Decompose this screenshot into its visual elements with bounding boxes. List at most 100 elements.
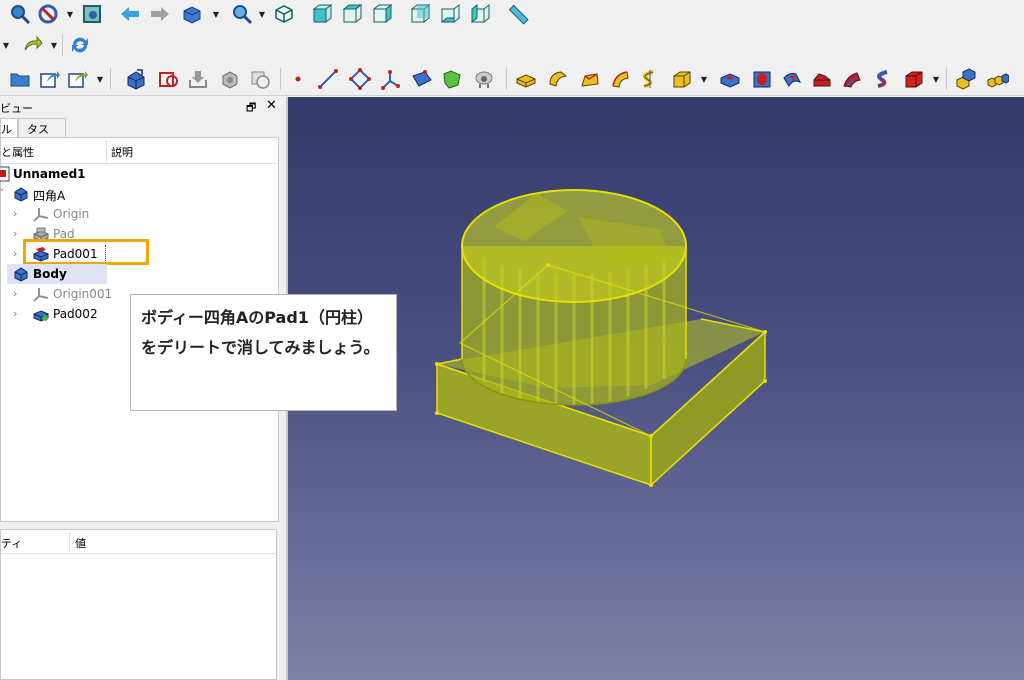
chevron-down-icon[interactable]: ˅ [0, 187, 5, 200]
part-design-toolbar: ▼ ▼ ▼ [0, 62, 1024, 96]
pad-icon [33, 310, 49, 322]
toolbar-separator [506, 68, 507, 90]
float-window-icon[interactable]: 🗗 [246, 99, 258, 114]
tree-item-label: Unnamed1 [13, 167, 86, 181]
refresh-icon[interactable] [68, 33, 92, 57]
chevron-right-icon[interactable]: › [13, 247, 17, 260]
subshape-binder-icon[interactable] [440, 67, 464, 91]
chevron-down-icon[interactable]: ▼ [66, 10, 74, 19]
share-export-2-icon[interactable] [66, 67, 90, 91]
additive-pipe-icon[interactable] [608, 67, 632, 91]
body-icon [14, 187, 28, 202]
chevron-down-icon[interactable]: ▼ [2, 41, 10, 50]
hole-icon[interactable] [750, 67, 774, 91]
zoom-fit-icon[interactable] [8, 2, 32, 26]
additive-loft-icon[interactable] [578, 67, 602, 91]
property-view: ティ 値 [0, 529, 277, 680]
view-toolbar: ▼ ▼ ▼ [0, 0, 1024, 28]
combo-tabs: ル タスク [0, 118, 66, 152]
subtractive-loft-icon[interactable] [810, 67, 834, 91]
bounding-box-icon[interactable] [80, 2, 104, 26]
view-top-icon[interactable] [340, 2, 364, 26]
sheep-icon[interactable] [472, 67, 496, 91]
chevron-down-icon[interactable]: ▼ [50, 41, 58, 50]
redo-icon[interactable] [20, 33, 44, 57]
toolbar-separator [280, 68, 281, 90]
tree-item-body-shikaku-a[interactable]: ˅ 四角A [0, 184, 278, 204]
combo-view-header: ビュー 🗗 ✕ [0, 97, 286, 117]
subtractive-helix-icon[interactable] [872, 67, 896, 91]
chevron-down-icon[interactable]: ▼ [96, 75, 104, 84]
column-labels[interactable]: と属性 [1, 144, 34, 160]
toolbar-separator [110, 68, 111, 90]
tab-task[interactable]: タスク [18, 118, 66, 152]
std-views-icon[interactable] [180, 2, 204, 26]
chevron-down-icon[interactable]: ▼ [700, 75, 708, 84]
3d-model[interactable] [288, 97, 1024, 680]
document-icon [0, 166, 10, 182]
share-export-icon[interactable] [38, 67, 62, 91]
chevron-down-icon[interactable]: ▼ [258, 10, 266, 19]
point-icon[interactable] [286, 67, 310, 91]
pocket-icon[interactable] [718, 67, 742, 91]
linear-pattern-icon[interactable] [986, 67, 1010, 91]
groove-icon[interactable] [780, 67, 804, 91]
tree-item-origin[interactable]: › Origin [1, 204, 278, 224]
tree-item-pad001[interactable]: › Pad001 [1, 239, 278, 265]
view-front-icon[interactable] [310, 2, 334, 26]
tree-item-label: Origin001 [53, 287, 113, 301]
chevron-right-icon[interactable]: › [13, 287, 17, 300]
polygon-icon[interactable] [348, 67, 372, 91]
new-body-icon[interactable] [124, 67, 148, 91]
folder-icon[interactable] [8, 67, 32, 91]
tree-item-label: 四角A [33, 189, 66, 203]
column-description[interactable]: 説明 [111, 144, 133, 160]
chevron-down-icon[interactable]: ▼ [212, 10, 220, 19]
shape-binder-icon[interactable] [218, 67, 242, 91]
tree-item-body[interactable]: Body [1, 264, 278, 284]
tab-model[interactable]: ル [0, 118, 18, 137]
zoom-icon[interactable] [230, 2, 254, 26]
datum-plane-icon[interactable] [410, 67, 434, 91]
tree-header: と属性 説明 [1, 138, 278, 164]
additive-primitive-icon[interactable] [670, 67, 694, 91]
highlight-frame [23, 239, 149, 265]
column-property[interactable]: ティ [1, 535, 22, 551]
back-arrow-icon[interactable] [118, 2, 142, 26]
validate-sketch-icon[interactable] [186, 67, 210, 91]
3d-view[interactable] [288, 97, 1024, 680]
property-header: ティ 値 [1, 530, 276, 554]
axis-icon[interactable] [378, 67, 402, 91]
forward-arrow-icon[interactable] [148, 2, 172, 26]
subtractive-pipe-icon[interactable] [840, 67, 864, 91]
mirrored-icon[interactable] [954, 67, 978, 91]
new-sketch-icon[interactable] [156, 67, 180, 91]
view-bottom-icon[interactable] [438, 2, 462, 26]
origin-icon [33, 208, 49, 222]
chevron-right-icon[interactable]: › [13, 227, 17, 240]
chevron-right-icon[interactable]: › [13, 307, 17, 320]
combo-view-title: ビュー [0, 102, 33, 115]
view-rear-icon[interactable] [408, 2, 432, 26]
tree-item-label: Body [33, 267, 67, 281]
additive-helix-icon[interactable] [638, 67, 662, 91]
tree-item-label: Pad002 [53, 307, 98, 321]
line-icon[interactable] [316, 67, 340, 91]
column-divider[interactable] [69, 532, 70, 552]
no-draw-style-icon[interactable] [36, 2, 60, 26]
chevron-down-icon[interactable]: ▼ [932, 75, 940, 84]
subtractive-primitive-icon[interactable] [902, 67, 926, 91]
clone-icon[interactable] [248, 67, 272, 91]
measure-icon[interactable] [506, 2, 530, 26]
close-icon[interactable]: ✕ [266, 98, 278, 113]
instruction-callout: ボディー四角AのPad1（円柱）をデリートで消してみましょう。 [130, 294, 397, 411]
view-left-icon[interactable] [468, 2, 492, 26]
chevron-right-icon[interactable]: › [13, 207, 17, 220]
pad-icon[interactable] [514, 67, 538, 91]
view-isometric-icon[interactable] [272, 2, 296, 26]
view-right-icon[interactable] [370, 2, 394, 26]
column-value[interactable]: 値 [75, 535, 86, 551]
tree-item-unnamed1[interactable]: Unnamed1 [0, 164, 278, 184]
revolution-icon[interactable] [546, 67, 570, 91]
column-divider[interactable] [106, 140, 107, 162]
